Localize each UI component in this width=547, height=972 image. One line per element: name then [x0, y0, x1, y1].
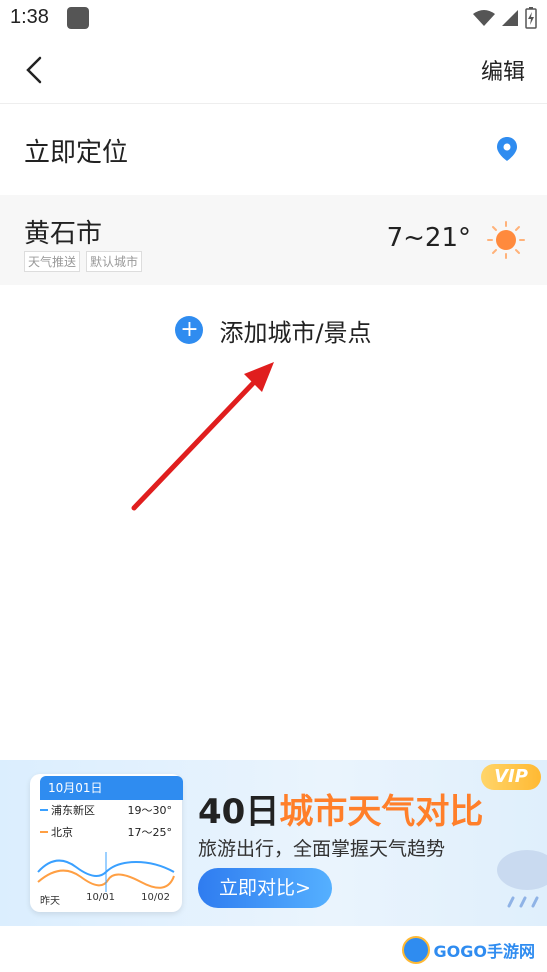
watermark-logo: GOGO手游网	[401, 936, 535, 964]
locate-label: 立即定位	[24, 138, 129, 168]
city-tag: 天气推送	[24, 251, 81, 272]
ad-banner[interactable]: 10月01日 浦东新区 19～30° 北京 17～25° 昨天 10/01 10…	[0, 760, 547, 926]
plus-icon: +	[175, 316, 204, 344]
battery-icon	[525, 7, 537, 29]
sun-icon	[487, 221, 525, 259]
banner-subtext: 旅游出行，全面掌握天气趋势	[198, 838, 446, 860]
card-date: 10月01日	[40, 776, 183, 800]
watermark-badge-icon	[401, 936, 430, 964]
back-button[interactable]	[16, 50, 56, 90]
status-bar: 1:38	[0, 0, 547, 36]
city-temp: 7~21°	[386, 223, 471, 253]
card-city: 北京	[51, 826, 73, 839]
rain-cloud-icon	[497, 850, 547, 908]
card-row: 浦东新区 19～30°	[40, 802, 172, 818]
signal-icon	[502, 10, 518, 26]
card-temp: 19～30°	[127, 804, 173, 817]
city-row[interactable]: 黄石市 天气推送 默认城市 7~21°	[0, 195, 547, 285]
red-arrow-annotation	[131, 362, 274, 511]
city-tag: 默认城市	[86, 251, 143, 272]
status-time: 1:38	[10, 6, 49, 28]
card-xlabels: 昨天 10/01 10/02	[40, 892, 170, 907]
locate-row[interactable]: 立即定位	[0, 104, 547, 194]
titlebar: 编辑	[0, 36, 547, 104]
city-name: 黄石市	[24, 219, 103, 249]
card-trend-chart	[37, 852, 175, 892]
vip-badge: VIP	[481, 764, 541, 790]
weather-compare-card: 10月01日 浦东新区 19～30° 北京 17～25° 昨天 10/01 10…	[30, 774, 183, 912]
location-pin-icon	[497, 137, 517, 161]
chevron-left-icon	[26, 56, 42, 84]
bottom-area: GOGO手游网	[0, 926, 547, 972]
card-rows: 浦东新区 19～30° 北京 17～25°	[40, 802, 172, 846]
status-icons	[473, 7, 537, 29]
card-row: 北京 17～25°	[40, 824, 172, 840]
city-tags: 天气推送 默认城市	[24, 251, 143, 272]
card-temp: 17～25°	[127, 826, 173, 839]
watermark-text: GOGO手游网	[433, 942, 535, 961]
add-city-label: 添加城市/景点	[219, 318, 372, 347]
notification-app-icon	[67, 7, 89, 29]
banner-headline: 40日 城市天气对比	[198, 792, 484, 832]
card-city: 浦东新区	[51, 804, 95, 817]
edit-button[interactable]: 编辑	[481, 54, 525, 86]
compare-now-button[interactable]: 立即对比>	[198, 868, 332, 908]
wifi-icon	[473, 10, 495, 26]
